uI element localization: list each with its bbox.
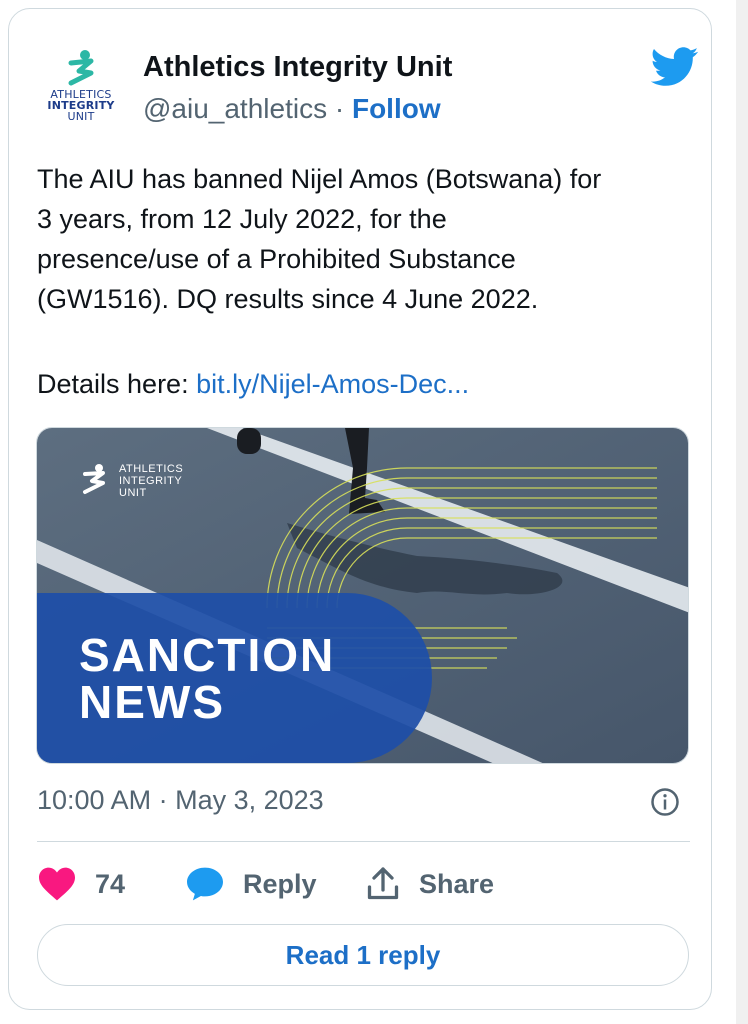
like-button[interactable]: 74 (37, 861, 125, 907)
details-prefix: Details here: (37, 369, 197, 399)
share-button[interactable]: Share (365, 861, 494, 907)
info-icon[interactable] (650, 787, 680, 817)
read-replies-button[interactable]: Read 1 reply (37, 924, 689, 986)
media-logo-word-1: ATHLETICS (119, 463, 183, 475)
handle-row: @aiu_athletics · Follow (143, 93, 441, 125)
follow-button[interactable]: Follow (352, 93, 441, 124)
headline-sanction: SANCTION (79, 629, 335, 681)
action-bar: 74 Reply Share (37, 861, 690, 907)
tweet-text-line: (GW1516). DQ results since 4 June 2022. (37, 284, 539, 314)
tweet-text-line: The AIU has banned Nijel Amos (Botswana)… (37, 164, 602, 194)
reply-label: Reply (243, 868, 317, 899)
heart-icon (39, 867, 75, 901)
reply-bubble-icon (187, 867, 223, 901)
details-link[interactable]: bit.ly/Nijel-Amos-Dec... (196, 369, 469, 399)
avatar[interactable]: ATHLETICS INTEGRITY UNIT (39, 47, 123, 131)
reply-button[interactable]: Reply (185, 861, 317, 907)
tweet-card: ATHLETICS INTEGRITY UNIT Athletics Integ… (8, 8, 712, 1010)
author-handle[interactable]: @aiu_athletics (143, 93, 327, 124)
tweet-text-line: presence/use of a Prohibited Substance (37, 244, 516, 274)
headline-news: NEWS (79, 676, 225, 728)
tweet-header: ATHLETICS INTEGRITY UNIT Athletics Integ… (39, 47, 699, 137)
tweet-text-line: 3 years, from 12 July 2022, for the (37, 204, 447, 234)
like-count: 74 (95, 868, 126, 899)
details-line: Details here: bit.ly/Nijel-Amos-Dec... (37, 364, 469, 404)
tweet-timestamp[interactable]: 10:00 AM · May 3, 2023 (37, 785, 324, 816)
divider (37, 841, 690, 842)
sanction-news-graphic: ATHLETICS INTEGRITY UNIT SANCTION NEWS (37, 428, 688, 763)
share-icon (367, 867, 399, 900)
share-label: Share (419, 868, 495, 899)
author-name[interactable]: Athletics Integrity Unit (143, 51, 452, 84)
aiu-logo-icon (68, 50, 94, 86)
avatar-word-3: UNIT (67, 110, 95, 123)
page-edge (736, 0, 748, 1024)
twitter-bird-icon[interactable] (651, 47, 699, 87)
media-logo-word-3: UNIT (119, 487, 147, 499)
tweet-text: The AIU has banned Nijel Amos (Botswana)… (37, 159, 687, 319)
media-logo-word-2: INTEGRITY (119, 475, 182, 487)
separator-dot: · (334, 93, 345, 124)
tweet-media-image[interactable]: ATHLETICS INTEGRITY UNIT SANCTION NEWS (36, 427, 689, 764)
